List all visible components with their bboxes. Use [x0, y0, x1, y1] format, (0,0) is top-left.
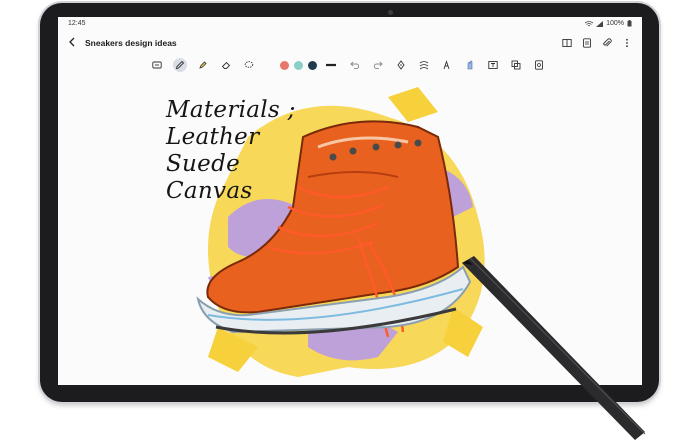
- battery-icon: [627, 20, 632, 27]
- shape-icon: [419, 61, 429, 70]
- lasso-button[interactable]: [242, 58, 256, 72]
- note-settings-icon: [535, 60, 543, 70]
- book-view-button[interactable]: [560, 36, 574, 50]
- handwriting-line: Leather: [166, 124, 260, 150]
- status-right: 100%: [585, 20, 632, 27]
- eraser-button[interactable]: [219, 58, 233, 72]
- wifi-icon: [585, 20, 594, 26]
- lasso-icon: [244, 61, 254, 68]
- highlighter-icon: [199, 61, 207, 69]
- stroke-width-icon: [326, 63, 336, 67]
- undo-button[interactable]: [348, 58, 362, 72]
- fountain-pen-icon: [397, 60, 405, 70]
- app-bar-actions: [560, 36, 634, 50]
- drawing-toolbar: [58, 57, 642, 75]
- hand-icon: [467, 60, 473, 70]
- redo-button[interactable]: [371, 58, 385, 72]
- text-style-icon: [443, 60, 450, 70]
- handwriting-line: Materials ;: [166, 97, 296, 123]
- pen-color-swatch[interactable]: [280, 61, 289, 70]
- handwriting-line: Suede: [166, 151, 241, 177]
- pen-color-swatch[interactable]: [294, 61, 303, 70]
- pen-settings-button[interactable]: [394, 58, 408, 72]
- convert-text-icon: [488, 61, 498, 69]
- text-style-button[interactable]: [440, 58, 454, 72]
- handwritten-notes: Materials ; Leather Suede Canvas: [166, 97, 296, 205]
- stroke-width-button[interactable]: [324, 58, 338, 72]
- text-mode-button[interactable]: [150, 58, 164, 72]
- paperclip-icon: [603, 38, 612, 47]
- app-bar: Sneakers design ideas: [58, 31, 642, 57]
- layers-button[interactable]: [509, 58, 523, 72]
- note-title: Sneakers design ideas: [85, 38, 177, 48]
- more-options-button[interactable]: [620, 36, 634, 50]
- back-button[interactable]: [64, 35, 80, 51]
- page-layout-icon: [583, 38, 591, 48]
- pen-tool-button[interactable]: [173, 58, 187, 72]
- signal-icon: [596, 20, 604, 27]
- handwriting-line: Canvas: [166, 178, 253, 204]
- keyboard-text-icon: [152, 61, 162, 69]
- layers-icon: [511, 60, 521, 70]
- front-camera: [388, 10, 393, 15]
- convert-text-button[interactable]: [486, 58, 500, 72]
- shape-button[interactable]: [417, 58, 431, 72]
- undo-icon: [350, 61, 360, 69]
- status-time: 12:45: [68, 20, 86, 27]
- pen-color-swatch[interactable]: [308, 61, 317, 70]
- drawing-canvas[interactable]: Materials ; Leather Suede Canvas: [58, 77, 642, 385]
- book-view-icon: [562, 39, 572, 47]
- highlighter-button[interactable]: [196, 58, 210, 72]
- more-vertical-icon: [626, 38, 628, 48]
- redo-icon: [373, 61, 383, 69]
- hand-draw-button[interactable]: [463, 58, 477, 72]
- attach-button[interactable]: [600, 36, 614, 50]
- note-settings-button[interactable]: [532, 58, 546, 72]
- sneaker-illustration: [196, 87, 485, 377]
- eraser-icon: [221, 61, 231, 69]
- battery-percent: 100%: [606, 20, 624, 27]
- pen-icon: [175, 60, 185, 70]
- page-layout-button[interactable]: [580, 36, 594, 50]
- notes-app-screen: 12:45 100% Sneakers design ideas Materia…: [58, 17, 642, 385]
- arrow-left-icon: [69, 37, 75, 47]
- status-bar: 12:45 100%: [58, 17, 642, 31]
